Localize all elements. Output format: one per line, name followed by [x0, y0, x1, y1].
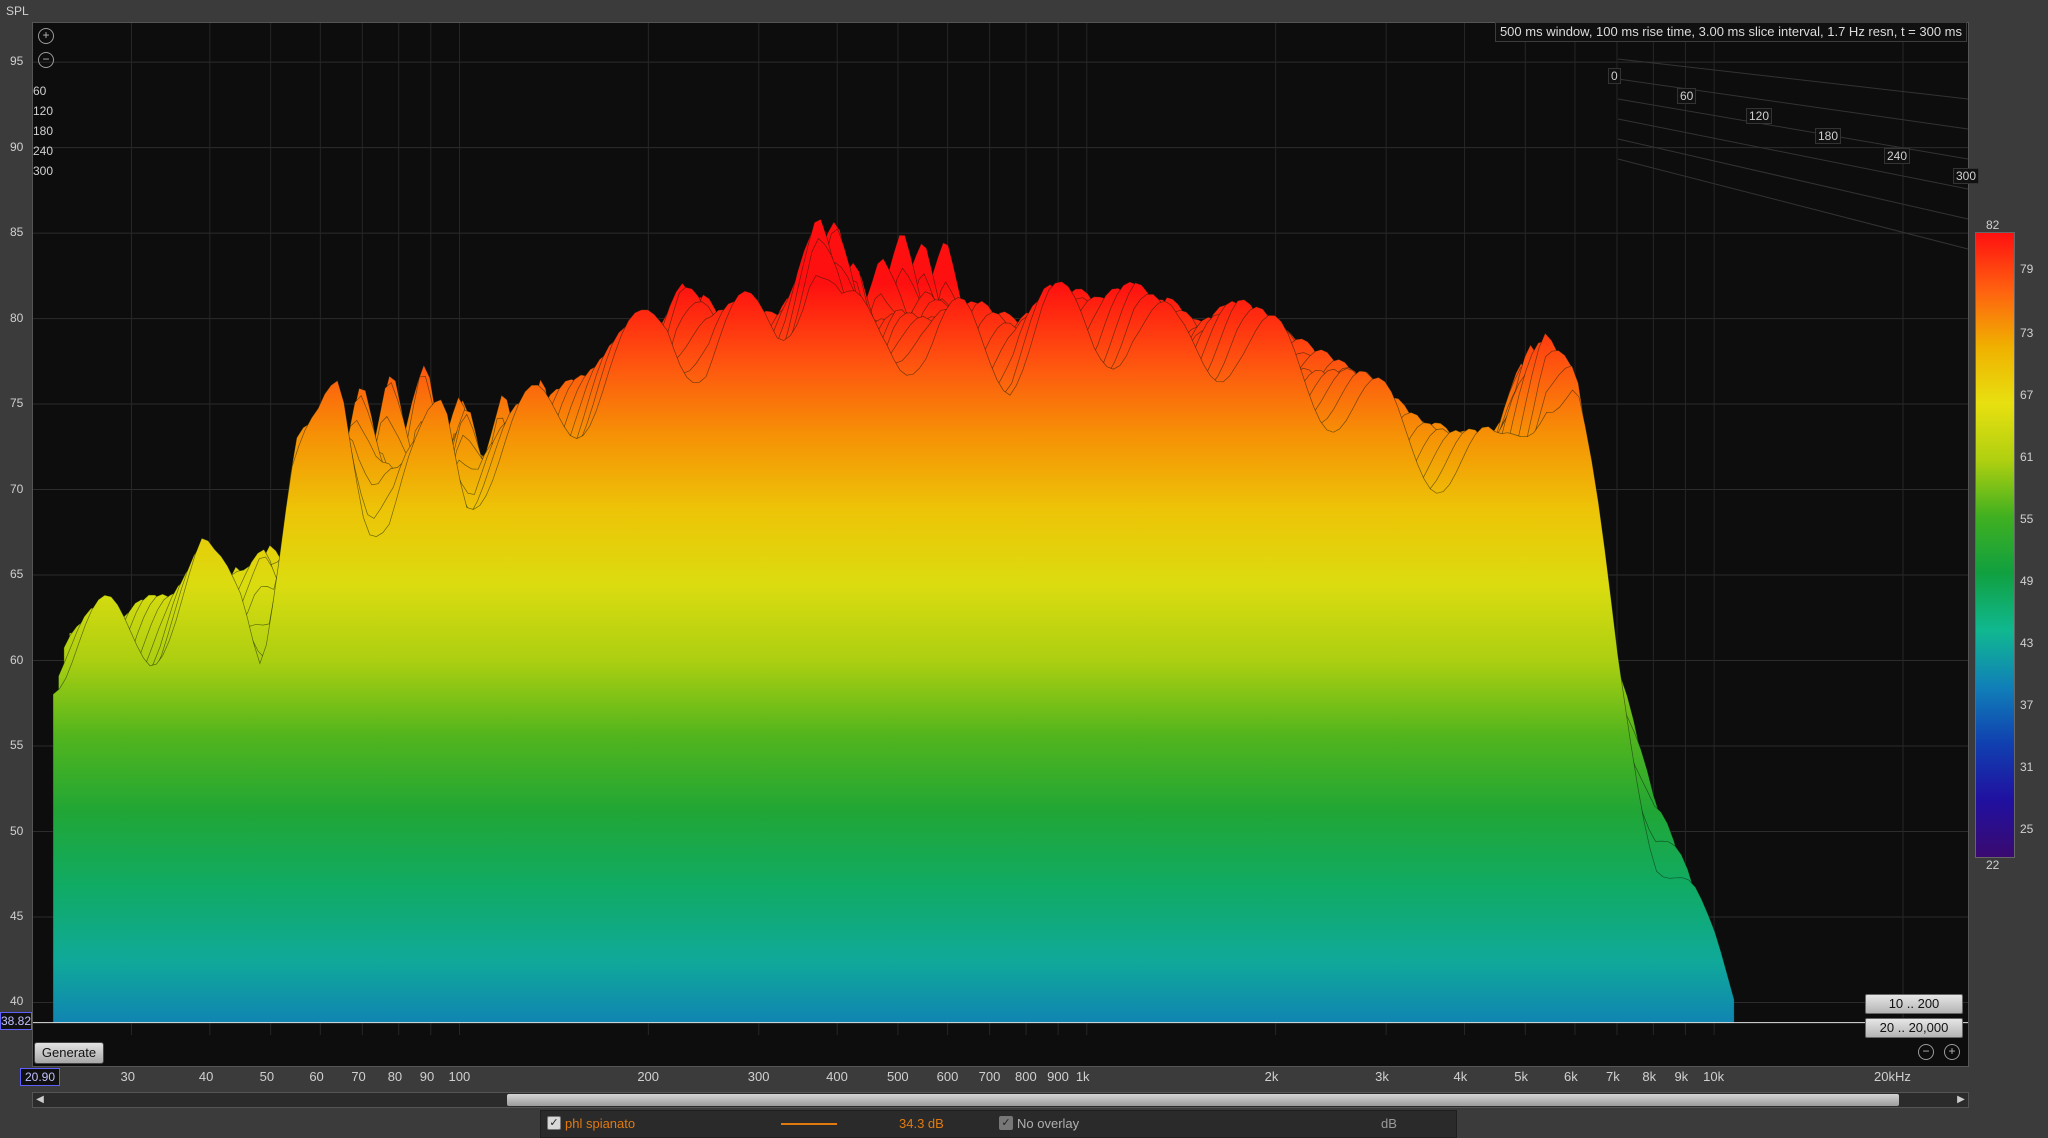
cursor-value-readout: 38.82	[0, 1012, 32, 1030]
generate-button[interactable]: Generate	[34, 1042, 104, 1064]
x-tick-label: 70	[351, 1069, 366, 1084]
time-tick-label: 300	[1953, 168, 1980, 184]
horizontal-scrollbar[interactable]: ◀ ▶	[32, 1092, 1969, 1108]
x-tick-label: 8k	[1642, 1069, 1657, 1084]
time-tick-label-left: 300	[33, 164, 54, 178]
trace-color-swatch	[781, 1123, 837, 1125]
x-tick-label: 3k	[1375, 1069, 1389, 1084]
x-tick-label: 60	[309, 1069, 324, 1084]
color-scale-label: 67	[2020, 388, 2034, 402]
y-tick-label: 45	[10, 908, 24, 923]
y-tick-label: 75	[10, 396, 24, 411]
x-tick-label: 900	[1047, 1069, 1069, 1084]
zoom-out-icon[interactable]: −	[38, 52, 54, 68]
x-tick-label: 200	[637, 1069, 660, 1084]
x-tick-label: 7k	[1605, 1069, 1620, 1084]
x-tick-label: 800	[1015, 1069, 1037, 1084]
time-tick-label: 180	[1815, 128, 1842, 144]
y-tick-label: 90	[10, 139, 24, 154]
color-scale-label: 25	[2020, 822, 2034, 836]
trace-name: phl spianato	[565, 1116, 636, 1131]
x-tick-label: 50	[259, 1069, 275, 1084]
x-tick-label: 40	[198, 1069, 214, 1084]
time-gridline	[1617, 158, 1969, 250]
x-tick-label: 20kHz	[1874, 1069, 1911, 1084]
y-tick-label: 80	[10, 310, 24, 325]
time-tick-label: 240	[1884, 148, 1911, 164]
x-tick-label: 400	[826, 1069, 848, 1084]
x-tick-label: 300	[747, 1069, 770, 1084]
y-tick-label: 50	[10, 823, 24, 838]
x-tick-label: 30	[120, 1069, 135, 1084]
color-scale-label: 82	[1986, 218, 2000, 232]
x-tick-label: 700	[978, 1069, 1001, 1084]
time-range-button[interactable]: 10 .. 200	[1865, 994, 1963, 1014]
rew-waterfall-window: SPL 500 ms window, 100 ms rise time, 3.0…	[0, 0, 2048, 1138]
time-gridline	[1617, 78, 1969, 130]
waterfall-chart[interactable]	[33, 23, 1969, 1066]
x-tick-label: 5k	[1514, 1069, 1529, 1084]
color-scale-label: 37	[2020, 698, 2034, 712]
x-tick-label: 80	[387, 1069, 403, 1084]
color-scale-label: 22	[1986, 858, 2000, 872]
color-scale-label: 73	[2020, 326, 2034, 340]
trace-value: 34.3 dB	[899, 1116, 944, 1131]
time-tick-label: 0	[1608, 68, 1621, 84]
x-tick-label: 500	[886, 1069, 909, 1084]
x-tick-label: 9k	[1674, 1069, 1689, 1084]
y-axis-title: SPL	[6, 4, 29, 18]
x-zoom-out-icon[interactable]: −	[1918, 1044, 1934, 1060]
scroll-thumb[interactable]	[507, 1094, 1899, 1106]
color-scale-bar	[1975, 232, 2015, 858]
x-tick-label: 6k	[1563, 1069, 1578, 1084]
analysis-info: 500 ms window, 100 ms rise time, 3.00 ms…	[1494, 22, 1967, 42]
scroll-right-icon[interactable]: ▶	[1954, 1093, 1968, 1107]
waterfall-slices	[52, 218, 1735, 1024]
x-tick-label: 90	[419, 1069, 435, 1084]
y-tick-label: 85	[10, 225, 24, 240]
waterfall-slice	[52, 275, 1735, 1024]
x-tick-label: 100	[448, 1069, 471, 1084]
time-tick-label: 120	[1746, 108, 1773, 124]
x-tick-label: 4k	[1453, 1069, 1468, 1084]
x-axis-start-field[interactable]: 20.90	[20, 1068, 60, 1086]
x-tick-label: 10k	[1703, 1069, 1725, 1084]
color-scale-label: 49	[2020, 574, 2034, 588]
scroll-left-icon[interactable]: ◀	[33, 1093, 47, 1107]
y-tick-label: 60	[10, 652, 24, 667]
x-tick-label: 600	[936, 1069, 959, 1084]
plot-area[interactable]	[32, 22, 1969, 1067]
overlay-checkbox[interactable]: ✓	[999, 1116, 1013, 1130]
x-zoom-in-icon[interactable]: +	[1944, 1044, 1960, 1060]
trace-checkbox[interactable]: ✓	[547, 1116, 561, 1130]
color-scale-label: 31	[2020, 760, 2034, 774]
color-scale: 82 79 73 67 61 55 49 43 37 31 25 22	[1972, 216, 2048, 876]
y-tick-label: 95	[10, 54, 24, 69]
x-tick-label: 2k	[1264, 1069, 1279, 1084]
overlay-label: No overlay	[1017, 1116, 1080, 1131]
frequency-range-button[interactable]: 20 .. 20,000	[1865, 1018, 1963, 1038]
unit-label: dB	[1381, 1116, 1397, 1131]
time-tick-label-left: 60	[33, 84, 47, 98]
time-tick-label-left: 240	[33, 144, 54, 158]
color-scale-label: 55	[2020, 512, 2034, 526]
y-tick-label: 65	[10, 567, 24, 582]
color-scale-label: 61	[2020, 450, 2034, 464]
time-gridline	[1617, 58, 1969, 100]
y-tick-label: 70	[10, 481, 24, 496]
x-tick-label: 1k	[1075, 1069, 1090, 1084]
y-tick-label: 55	[10, 738, 24, 752]
time-tick-label-left: 120	[33, 104, 54, 118]
color-scale-label: 79	[2020, 262, 2034, 276]
color-scale-label: 43	[2020, 636, 2034, 650]
time-tick-label: 60	[1677, 88, 1697, 104]
legend-bar: ✓ phl spianato 34.3 dB ✓ No overlay dB	[540, 1110, 1457, 1138]
time-tick-label-left: 180	[33, 124, 54, 138]
y-tick-label: 40	[10, 994, 24, 1009]
zoom-in-icon[interactable]: +	[38, 28, 54, 44]
